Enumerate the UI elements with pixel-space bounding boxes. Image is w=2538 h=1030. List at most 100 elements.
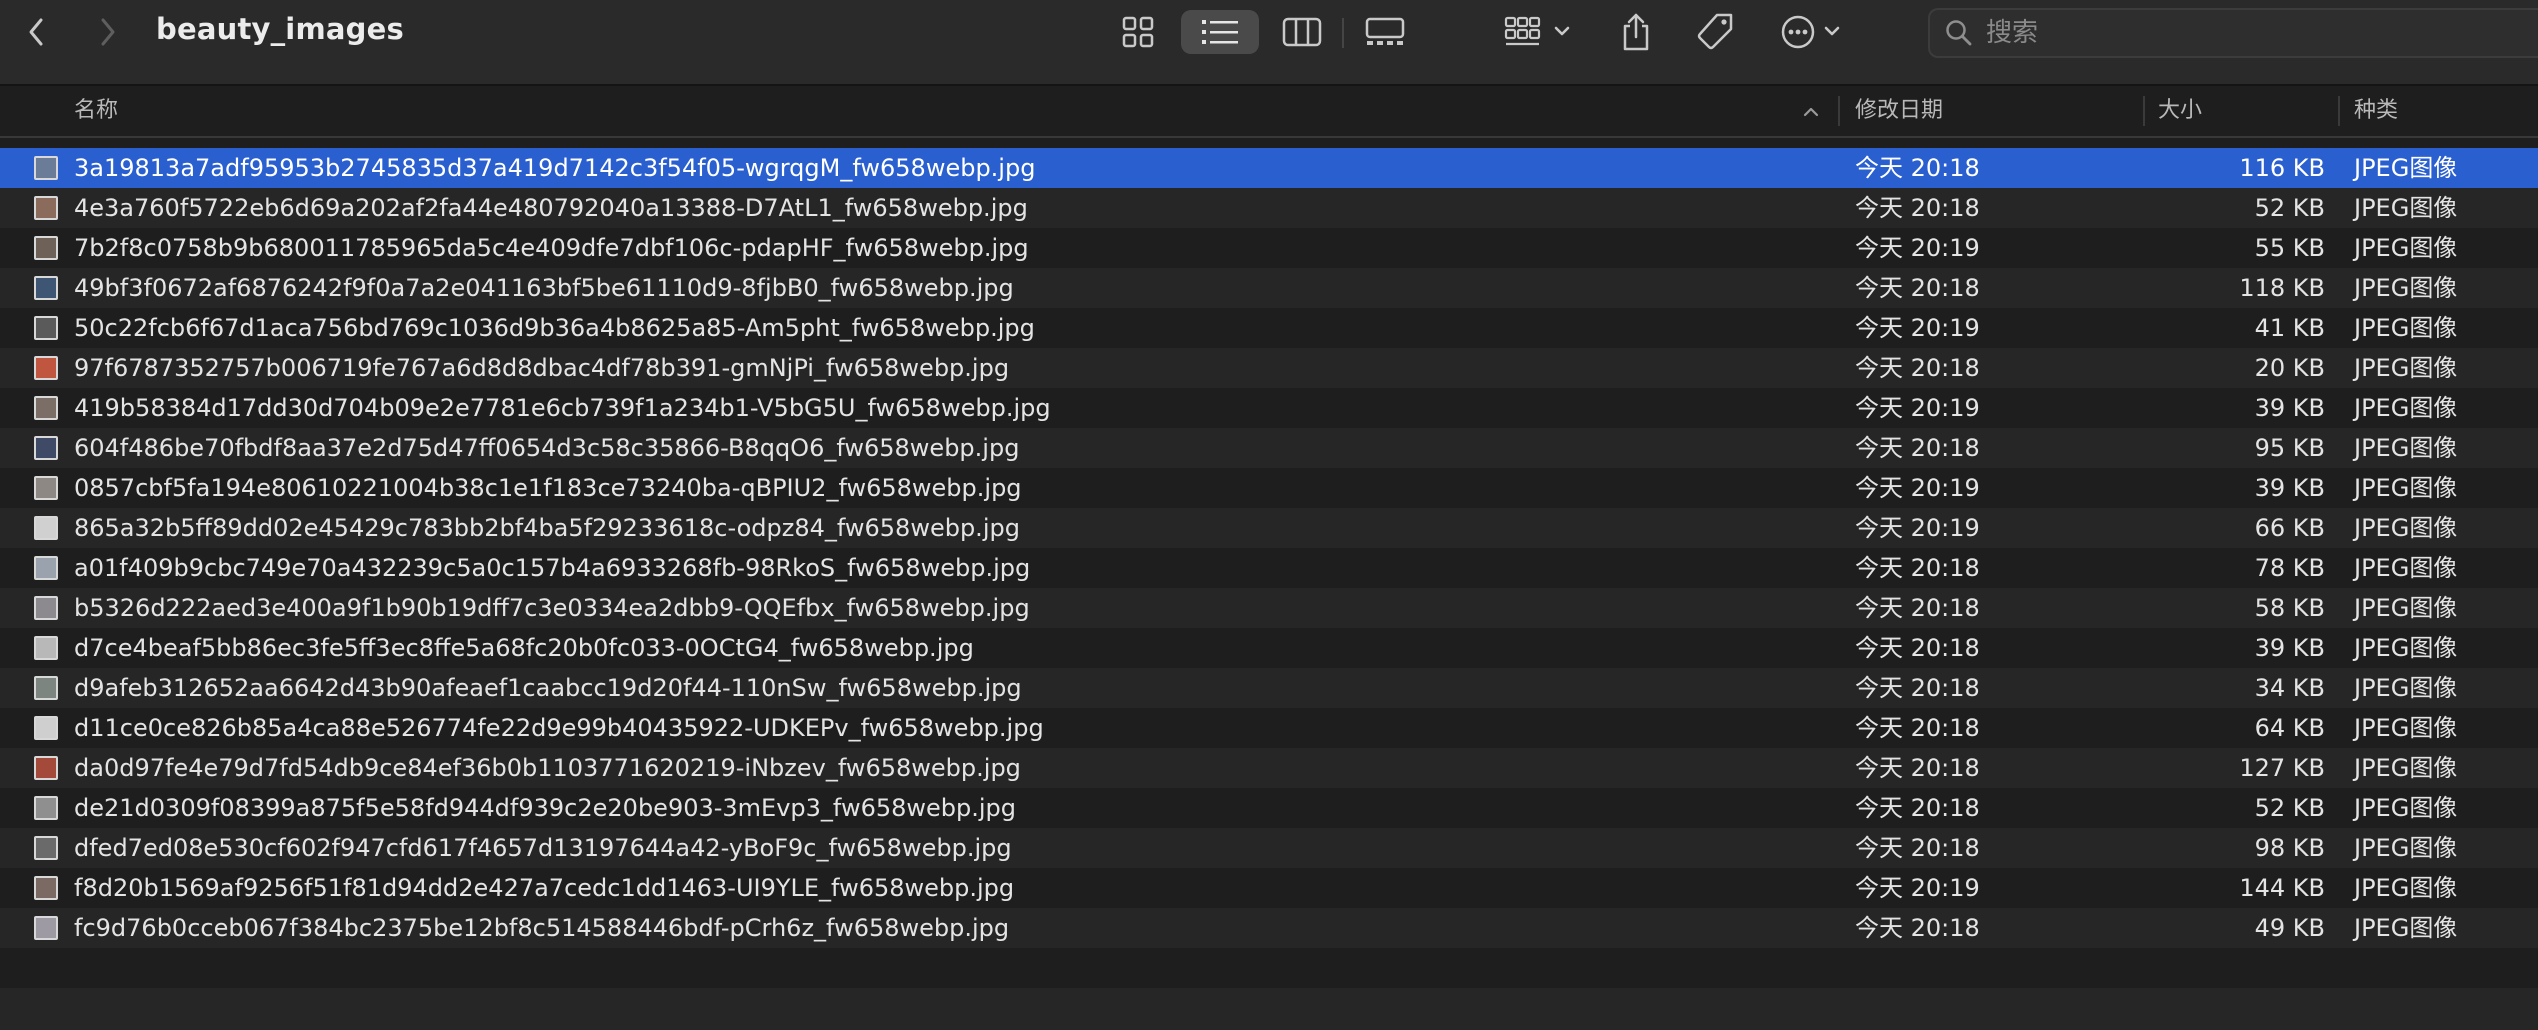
list-view-button[interactable] (1181, 10, 1259, 54)
file-date: 今天 20:18 (1855, 714, 1980, 742)
file-name: 0857cbf5fa194e80610221004b38c1e1f183ce73… (74, 474, 1022, 502)
column-header-kind[interactable]: 种类 (2354, 86, 2398, 136)
file-kind: JPEG图像 (2354, 554, 2458, 582)
image-thumbnail-icon (34, 156, 58, 180)
forward-button[interactable] (88, 14, 128, 50)
tag-button[interactable] (1692, 10, 1738, 54)
file-row[interactable]: da0d97fe4e79d7fd54db9ce84ef36b0b11037716… (0, 748, 2538, 788)
file-size: 118 KB (2239, 274, 2325, 302)
image-thumbnail-icon (34, 436, 58, 460)
image-thumbnail-icon (34, 196, 58, 220)
file-name: b5326d222aed3e400a9f1b90b19dff7c3e0334ea… (74, 594, 1030, 622)
file-size: 127 KB (2239, 754, 2325, 782)
file-row[interactable]: 604f486be70fbdf8aa37e2d75d47ff0654d3c58c… (0, 428, 2538, 468)
share-icon (1623, 13, 1649, 51)
chevron-left-icon (29, 18, 43, 46)
file-size: 55 KB (2254, 234, 2325, 262)
file-row[interactable]: 4e3a760f5722eb6d69a202af2fa44e480792040a… (0, 188, 2538, 228)
image-thumbnail-icon (34, 516, 58, 540)
toolbar-separator (1342, 18, 1344, 48)
column-header-size[interactable]: 大小 (2158, 86, 2202, 136)
file-date: 今天 20:18 (1855, 634, 1980, 662)
search-input[interactable] (1984, 17, 2508, 49)
file-date: 今天 20:18 (1855, 594, 1980, 622)
file-row[interactable]: dfed7ed08e530cf602f947cfd617f4657d131976… (0, 828, 2538, 868)
image-thumbnail-icon (34, 316, 58, 340)
file-date: 今天 20:19 (1855, 314, 1980, 342)
window-title: beauty_images (156, 12, 404, 46)
file-date: 今天 20:18 (1855, 434, 1980, 462)
file-date: 今天 20:18 (1855, 354, 1980, 382)
file-date: 今天 20:18 (1855, 554, 1980, 582)
finder-window: beauty_images 搜索 名称 修改日期 大小 种类 3a19813a7… (0, 0, 2538, 1030)
share-button[interactable] (1616, 10, 1656, 54)
column-divider[interactable] (1838, 96, 1840, 126)
image-thumbnail-icon (34, 356, 58, 380)
file-name: 50c22fcb6f67d1aca756bd769c1036d9b36a4b86… (74, 314, 1035, 342)
file-list: 3a19813a7adf95953b2745835d37a419d7142c3f… (0, 148, 2538, 948)
file-size: 116 KB (2239, 154, 2325, 182)
file-date: 今天 20:19 (1855, 234, 1980, 262)
file-row[interactable]: fc9d76b0cceb067f384bc2375be12bf8c5145884… (0, 908, 2538, 948)
chevron-right-icon (101, 18, 115, 46)
file-row[interactable]: 419b58384d17dd30d704b09e2e7781e6cb739f1a… (0, 388, 2538, 428)
file-size: 66 KB (2254, 514, 2325, 542)
file-name: da0d97fe4e79d7fd54db9ce84ef36b0b11037716… (74, 754, 1021, 782)
file-name: f8d20b1569af9256f51f81d94dd2e427a7cedc1d… (74, 874, 1015, 902)
column-divider[interactable] (2143, 96, 2145, 126)
file-row[interactable]: d11ce0ce826b85a4ca88e526774fe22d9e99b404… (0, 708, 2538, 748)
file-row[interactable]: 50c22fcb6f67d1aca756bd769c1036d9b36a4b86… (0, 308, 2538, 348)
column-header-date[interactable]: 修改日期 (1855, 86, 1943, 136)
file-date: 今天 20:18 (1855, 794, 1980, 822)
file-kind: JPEG图像 (2354, 434, 2458, 462)
file-row[interactable]: d7ce4beaf5bb86ec3fe5ff3ec8ffe5a68fc20b0f… (0, 628, 2538, 668)
gallery-view-button[interactable] (1360, 10, 1410, 54)
file-row[interactable]: de21d0309f08399a875f5e58fd944df939c2e20b… (0, 788, 2538, 828)
toolbar: beauty_images (0, 0, 2538, 86)
file-size: 52 KB (2254, 794, 2325, 822)
file-kind: JPEG图像 (2354, 274, 2458, 302)
image-thumbnail-icon (34, 916, 58, 940)
image-thumbnail-icon (34, 596, 58, 620)
file-kind: JPEG图像 (2354, 714, 2458, 742)
file-name: 7b2f8c0758b9b680011785965da5c4e409dfe7db… (74, 234, 1029, 262)
file-row[interactable]: 97f6787352757b006719fe767a6d8d8dbac4df78… (0, 348, 2538, 388)
file-row[interactable]: 0857cbf5fa194e80610221004b38c1e1f183ce73… (0, 468, 2538, 508)
file-name: 49bf3f0672af6876242f9f0a7a2e041163bf5be6… (74, 274, 1014, 302)
file-row-selected[interactable]: 3a19813a7adf95953b2745835d37a419d7142c3f… (0, 148, 2538, 188)
file-date: 今天 20:18 (1855, 274, 1980, 302)
sort-ascending-icon[interactable] (1800, 101, 1822, 123)
file-date: 今天 20:19 (1855, 394, 1980, 422)
more-actions-button[interactable] (1780, 10, 1852, 54)
file-row[interactable]: 7b2f8c0758b9b680011785965da5c4e409dfe7db… (0, 228, 2538, 268)
file-row[interactable]: b5326d222aed3e400a9f1b90b19dff7c3e0334ea… (0, 588, 2538, 628)
file-size: 52 KB (2254, 194, 2325, 222)
search-field[interactable] (1928, 8, 2538, 58)
column-view-button[interactable] (1278, 10, 1326, 54)
file-name: 3a19813a7adf95953b2745835d37a419d7142c3f… (74, 154, 1036, 182)
file-row[interactable]: a01f409b9cbc749e70a432239c5a0c157b4a6933… (0, 548, 2538, 588)
group-button[interactable] (1504, 10, 1576, 54)
file-row[interactable]: d9afeb312652aa6642d43b90afeaef1caabcc19d… (0, 668, 2538, 708)
file-size: 20 KB (2254, 354, 2325, 382)
back-button[interactable] (16, 14, 56, 50)
file-kind: JPEG图像 (2354, 674, 2458, 702)
file-kind: JPEG图像 (2354, 874, 2458, 902)
file-size: 58 KB (2254, 594, 2325, 622)
gallery-view-icon (1365, 17, 1405, 45)
column-divider[interactable] (2338, 96, 2340, 126)
image-thumbnail-icon (34, 676, 58, 700)
file-kind: JPEG图像 (2354, 194, 2458, 222)
image-thumbnail-icon (34, 716, 58, 740)
column-header-name[interactable]: 名称 (74, 86, 118, 136)
file-date: 今天 20:19 (1855, 514, 1980, 542)
file-row[interactable]: 865a32b5ff89dd02e45429c783bb2bf4ba5f2923… (0, 508, 2538, 548)
file-size: 49 KB (2254, 914, 2325, 942)
icon-view-button[interactable] (1114, 10, 1162, 54)
file-kind: JPEG图像 (2354, 634, 2458, 662)
file-row[interactable]: 49bf3f0672af6876242f9f0a7a2e041163bf5be6… (0, 268, 2538, 308)
file-row[interactable]: f8d20b1569af9256f51f81d94dd2e427a7cedc1d… (0, 868, 2538, 908)
file-kind: JPEG图像 (2354, 754, 2458, 782)
file-size: 78 KB (2254, 554, 2325, 582)
file-name: 604f486be70fbdf8aa37e2d75d47ff0654d3c58c… (74, 434, 1020, 462)
